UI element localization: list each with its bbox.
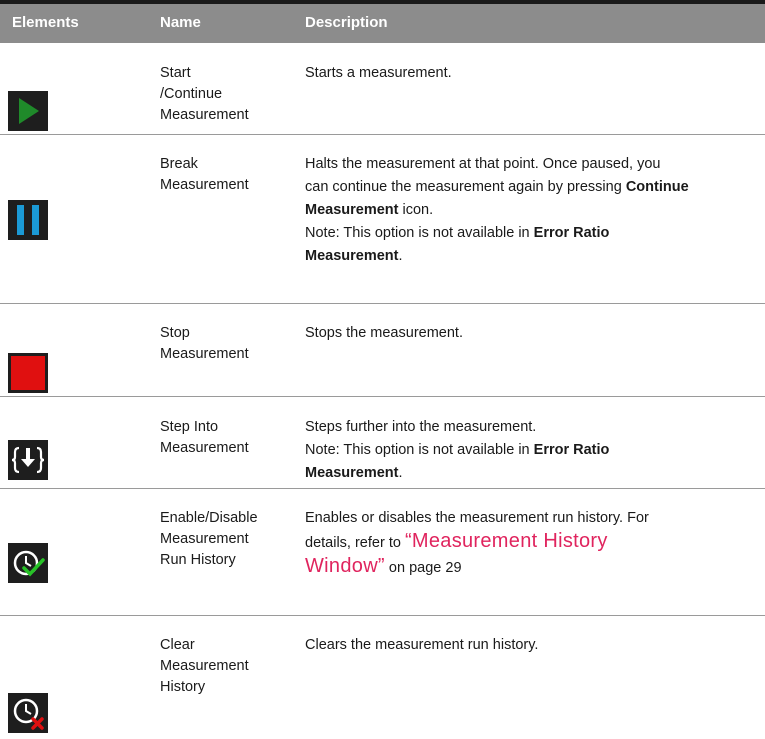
table-row-break: Break Measurement Halts the measurement … [0, 135, 765, 304]
row-description: Clears the measurement run history. [305, 637, 539, 653]
header-elements: Elements [12, 14, 79, 31]
step-into-icon[interactable] [8, 440, 48, 480]
measurement-history-window-link-cont[interactable]: Window” [305, 555, 385, 577]
table-row-clear-history: Clear Measurement History Clears the mea… [0, 616, 765, 739]
table-row-step-into: Step Into Measurement Steps further into… [0, 397, 765, 489]
row-name: Clear Measurement History [160, 637, 249, 695]
table-header: Elements Name Description [0, 4, 765, 43]
row-name: Start /Continue Measurement [160, 65, 249, 123]
table-row-start: Start /Continue Measurement Starts a mea… [0, 43, 765, 135]
pause-icon[interactable] [8, 200, 48, 240]
measurement-history-window-link[interactable]: “Measurement History [405, 530, 608, 552]
row-name: Break Measurement [160, 156, 249, 193]
history-enable-icon[interactable] [8, 543, 48, 583]
stop-icon[interactable] [8, 353, 48, 393]
table-row-stop: Stop Measurement Stops the measurement. [0, 304, 765, 397]
row-description: Starts a measurement. [305, 65, 452, 81]
history-clear-icon[interactable] [8, 693, 48, 733]
row-name: Stop Measurement [160, 325, 249, 362]
row-name: Enable/Disable Measurement Run History [160, 510, 258, 568]
play-icon[interactable] [8, 91, 48, 131]
table-row-enable-history: Enable/Disable Measurement Run History E… [0, 489, 765, 616]
header-description: Description [305, 14, 388, 31]
row-description: Halts the measurement at that point. Onc… [305, 156, 689, 264]
header-name: Name [160, 14, 201, 31]
row-name: Step Into Measurement [160, 419, 249, 456]
row-description: Stops the measurement. [305, 325, 463, 341]
row-description: Enables or disables the measurement run … [305, 510, 649, 577]
row-description: Steps further into the measurement. Note… [305, 419, 610, 481]
elements-table: Elements Name Description Start /Continu… [0, 0, 765, 733]
